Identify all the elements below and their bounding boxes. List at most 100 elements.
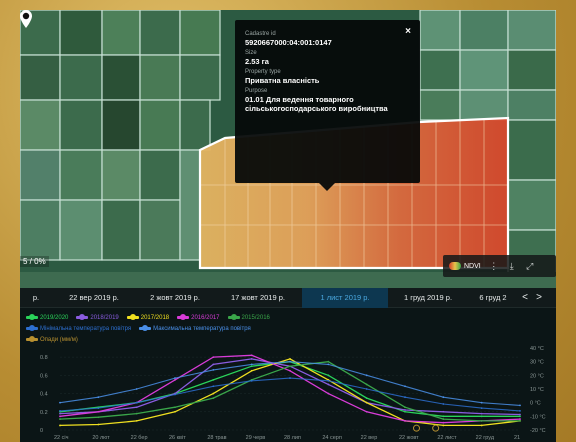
series-point: [327, 379, 330, 382]
series-point: [97, 396, 100, 399]
series-point: [480, 412, 483, 415]
legend-item-min-temp[interactable]: Мінімальна температура повітря: [26, 325, 131, 332]
series-point: [250, 379, 253, 382]
series-point: [480, 407, 483, 410]
series-point: [480, 424, 483, 427]
series-point: [289, 377, 291, 379]
series-point: [442, 418, 445, 420]
map-view[interactable]: × Cadastre id 5920667000:04:001:0147 Siz…: [20, 10, 556, 288]
date-item[interactable]: р.: [20, 288, 52, 308]
size-label: Size: [245, 50, 257, 56]
ndvi-label: NDVI: [464, 262, 481, 270]
series-point: [174, 393, 176, 396]
series-point: [442, 415, 445, 418]
series-point: [404, 406, 406, 409]
series-line: [59, 358, 521, 427]
date-item[interactable]: 22 вер 2019 р.: [52, 288, 136, 308]
x-tick-label: 28 лип: [284, 435, 301, 441]
legend-precip: Опади (мм/м): [26, 334, 526, 345]
date-item[interactable]: 2 жовт 2019 р.: [136, 288, 214, 308]
series-point: [365, 374, 368, 377]
y-left-tick-label: 0.8: [40, 355, 48, 361]
series-point: [519, 413, 521, 416]
ndvi-layer-button[interactable]: NDVI: [449, 262, 481, 270]
legend-item-2019-2020[interactable]: 2019/2020: [26, 314, 68, 321]
x-tick-label: 22 жовт: [399, 435, 419, 441]
series-point: [174, 406, 176, 409]
series-point: [174, 378, 176, 381]
series-point: [59, 424, 61, 427]
more-icon[interactable]: ⋮: [489, 261, 499, 272]
series-point: [59, 409, 61, 412]
series-point: [519, 415, 521, 418]
series-point: [212, 378, 215, 381]
precipitation-marker: [432, 424, 440, 432]
series-point: [174, 410, 176, 413]
series-point: [519, 419, 521, 422]
legend-item-2015-2016[interactable]: 2015/2016: [227, 314, 270, 321]
series-point: [59, 401, 61, 404]
legend-item-2016-2017[interactable]: 2016/2017: [177, 314, 220, 321]
x-tick-label: 22 бер: [131, 435, 148, 441]
series-point: [480, 419, 483, 422]
x-tick-label: 24 серп: [322, 435, 342, 441]
popup-close-icon[interactable]: ×: [405, 26, 411, 37]
next-date-icon[interactable]: >: [532, 292, 546, 303]
y-right-tick-label: 10 °C: [530, 387, 544, 393]
x-tick-label: 22 вер: [361, 435, 378, 441]
series-point: [250, 358, 253, 360]
download-icon[interactable]: ⤓: [507, 261, 517, 272]
series-point: [404, 396, 406, 399]
series-point: [250, 365, 253, 368]
y-right-tick-label: 0 °C: [530, 401, 541, 407]
series-point: [442, 403, 445, 405]
date-item[interactable]: 17 жовт 2019 р.: [214, 288, 302, 308]
series-point: [289, 369, 291, 372]
series-point: [480, 401, 483, 404]
y-left-tick-label: 0.4: [40, 392, 48, 398]
series-point: [404, 419, 406, 422]
ndvi-chart: 0.8 0.6 0.4 0.2 0 40 °C 30 °C 20 °C 10 °C 0 °C -10…: [20, 308, 556, 442]
legend-item-2018-2019[interactable]: 2018/2019: [76, 314, 119, 321]
series-point: [59, 412, 61, 415]
series-point: [519, 418, 521, 420]
series-point: [212, 368, 215, 371]
series-point: [212, 397, 215, 400]
y-left-tick-label: 0: [40, 428, 43, 434]
legend-item-2017-2018[interactable]: 2017/2018: [126, 314, 169, 321]
legend-item-precipitation[interactable]: Опади (мм/м): [26, 336, 78, 343]
y-right-tick-label: 20 °C: [530, 373, 544, 379]
series-point: [327, 383, 330, 386]
cadastre-id-value: 5920667000:04:001:0147: [245, 38, 332, 47]
series-point: [519, 404, 521, 407]
x-tick-label: 26 квіт: [169, 435, 186, 441]
series-point: [365, 401, 368, 404]
property-type-label: Property type: [245, 69, 281, 75]
x-tick-label: 22 груд: [476, 435, 495, 441]
legend-item-max-temp[interactable]: Максимальна температура повітря: [139, 325, 251, 332]
expand-icon[interactable]: ⤢: [525, 261, 535, 272]
series-point: [327, 363, 330, 366]
x-tick-label: 21: [514, 435, 520, 441]
date-selector: р. 22 вер 2019 р. 2 жовт 2019 р. 17 жовт…: [20, 287, 556, 308]
series-point: [519, 409, 521, 412]
app-window: × Cadastre id 5920667000:04:001:0147 Siz…: [20, 10, 556, 442]
x-tick-label: 29 черв: [246, 435, 266, 441]
legend-seasons: 2019/2020 2018/2019 2017/2018 2016/2017 …: [26, 312, 526, 323]
date-item[interactable]: 6 груд 2: [468, 288, 518, 308]
purpose-label: Purpose: [245, 88, 268, 94]
series-point: [365, 388, 368, 390]
series-point: [250, 363, 253, 366]
date-item[interactable]: 1 груд 2019 р.: [388, 288, 468, 308]
y-right-tick-label: -10 °C: [530, 414, 546, 420]
location-pin-icon[interactable]: [20, 10, 32, 28]
prev-date-icon[interactable]: <: [518, 292, 532, 303]
series-point: [327, 392, 330, 395]
series-point: [135, 412, 138, 415]
y-right-tick-label: 30 °C: [530, 360, 544, 366]
cadastre-popup: × Cadastre id 5920667000:04:001:0147 Siz…: [235, 20, 420, 191]
date-item-active[interactable]: 1 лист 2019 р.: [302, 287, 388, 308]
series-point: [365, 383, 368, 386]
map-toolbar: NDVI ⋮ ⤓ ⤢: [443, 255, 556, 277]
series-point: [289, 358, 291, 360]
